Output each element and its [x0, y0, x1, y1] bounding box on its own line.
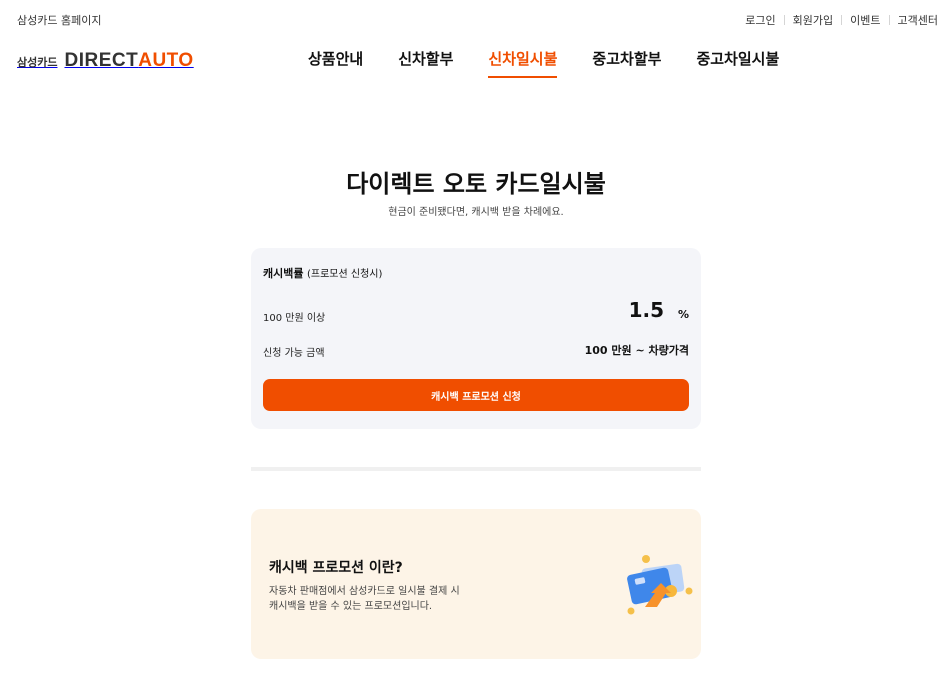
eligible-amount-label: 신청 가능 금액: [263, 348, 325, 359]
nav-item-product-info[interactable]: 상품안내: [308, 48, 363, 78]
cashback-rate-note: (프로모션 신청시): [306, 269, 383, 280]
signup-link[interactable]: 회원가입: [793, 12, 833, 28]
promotion-title: 캐시백 프로모션 이란?: [269, 560, 403, 576]
global-navigation: 삼성카드 DIRECT AUTO 상품안내 신차할부 신차일시불 중고차할부 중고…: [0, 38, 952, 86]
samsungcard-home-link[interactable]: 삼성카드 홈페이지: [17, 12, 101, 28]
main-menu: 상품안내 신차할부 신차일시불 중고차할부 중고차일시불: [308, 48, 779, 78]
nav-item-used-car-installment[interactable]: 중고차할부: [592, 48, 661, 78]
nav-item-used-car-lump-sum[interactable]: 중고차일시불: [696, 48, 779, 78]
cashback-rate-label: 캐시백률: [263, 267, 304, 280]
event-link[interactable]: 이벤트: [850, 12, 880, 28]
logo-card-text: 삼성카드: [17, 56, 58, 69]
utility-bar: 삼성카드 홈페이지 로그인 회원가입 이벤트 고객센터: [0, 0, 952, 38]
divider: [888, 15, 890, 25]
cashback-rate-card: 캐시백률 (프로모션 신청시) 100 만원 이상 1.5 % 신청 가능 금액…: [251, 248, 701, 429]
promotion-description: 자동차 판매점에서 삼성카드로 일시불 결제 시 캐시백을 받을 수 있는 프로…: [269, 584, 460, 614]
promotion-info-card: 캐시백 프로모션 이란? 자동차 판매점에서 삼성카드로 일시불 결제 시 캐시…: [251, 509, 701, 659]
rate-condition-label: 100 만원 이상: [263, 313, 326, 324]
page-subtitle: 현금이 준비됐다면, 캐시백 받을 차례에요.: [388, 207, 564, 218]
divider: [841, 15, 843, 25]
page-title: 다이렉트 오토 카드일시불: [346, 170, 606, 198]
utility-links: 로그인 회원가입 이벤트 고객센터: [745, 12, 938, 28]
cashback-rate-heading: 캐시백률 (프로모션 신청시): [263, 265, 382, 281]
customer-center-link[interactable]: 고객센터: [898, 12, 938, 28]
cashback-rate-value: 1.5: [628, 298, 664, 322]
divider: [783, 15, 785, 25]
direct-auto-logo[interactable]: 삼성카드 DIRECT AUTO: [17, 50, 194, 72]
logo-direct-text: DIRECT: [64, 50, 139, 71]
logo-auto-text: AUTO: [138, 50, 194, 71]
promotion-description-line: 자동차 판매점에서 삼성카드로 일시불 결제 시: [269, 586, 460, 597]
section-divider: [251, 467, 701, 471]
login-link[interactable]: 로그인: [745, 12, 775, 28]
nav-item-new-car-installment[interactable]: 신차할부: [398, 48, 453, 78]
apply-cashback-promotion-button[interactable]: 캐시백 프로모션 신청: [263, 379, 689, 411]
nav-item-new-car-lump-sum[interactable]: 신차일시불: [488, 48, 558, 78]
eligible-amount-value: 100 만원 ~ 차량가격: [584, 344, 689, 357]
card-cashback-icon: [621, 553, 693, 619]
cashback-rate-unit: %: [677, 308, 689, 321]
promotion-description-line: 캐시백을 받을 수 있는 프로모션입니다.: [269, 601, 433, 612]
